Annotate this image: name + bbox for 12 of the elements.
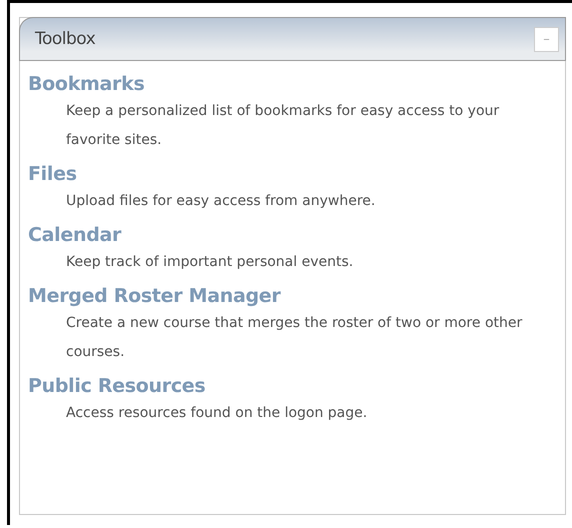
tool-description: Create a new course that merges the roster of two or more other courses. xyxy=(66,314,524,362)
tool-link[interactable]: Files xyxy=(28,161,77,187)
tool-description: Keep track of important personal events. xyxy=(66,253,354,272)
collapse-button[interactable]: – xyxy=(534,26,559,52)
tool-link[interactable]: Public Resources xyxy=(28,373,206,399)
panel-title: Toolbox xyxy=(35,29,96,49)
tool-link[interactable]: Calendar xyxy=(28,222,122,248)
tool-link[interactable]: Merged Roster Manager xyxy=(28,283,280,309)
tool-description: Keep a personalized list of bookmarks for easy access to your favorite sites. xyxy=(66,102,500,150)
tool-description: Upload files for easy access from anywhere. xyxy=(66,192,376,211)
tool-link[interactable]: Bookmarks xyxy=(28,71,144,97)
tool-description: Access resources found on the logon page. xyxy=(66,404,368,423)
